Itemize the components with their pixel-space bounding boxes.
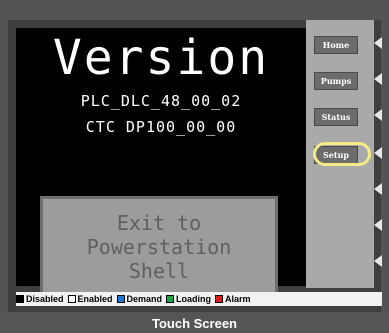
legend-label-disabled: Disabled xyxy=(26,294,64,304)
legend-item-demand: Demand xyxy=(116,294,163,304)
legend-swatch-loading xyxy=(166,295,175,303)
nav-pointer-icon xyxy=(374,73,382,85)
nav-home-button[interactable]: Home xyxy=(314,36,358,54)
nav-pointer-icon xyxy=(374,255,382,267)
legend-swatch-disabled xyxy=(16,295,24,303)
nav-pointer-icon xyxy=(374,147,382,159)
legend-label-demand: Demand xyxy=(126,294,163,304)
legend-swatch-demand xyxy=(116,295,125,303)
nav-pointer-icon xyxy=(374,183,382,195)
legend-item-disabled: Disabled xyxy=(16,294,64,304)
legend-label-alarm: Alarm xyxy=(225,294,251,304)
legend-item-loading: Loading xyxy=(166,294,211,304)
legend-item-enabled: Enabled xyxy=(67,294,113,304)
ctc-version-text: CTC DP100_00_00 xyxy=(85,118,237,136)
nav-pointer-icon xyxy=(374,109,382,121)
page-title: Version xyxy=(52,30,270,86)
legend-swatch-enabled xyxy=(67,295,76,303)
legend-swatch-alarm xyxy=(215,295,224,303)
version-screen: Version PLC_DLC_48_00_02 CTC DP100_00_00… xyxy=(16,28,306,298)
nav-pointer-icon xyxy=(374,37,382,49)
nav-pointer-icon xyxy=(374,219,382,231)
exit-to-powerstation-shell-button[interactable]: Exit to Powerstation Shell xyxy=(40,196,278,298)
legend-label-loading: Loading xyxy=(176,294,212,304)
nav-pumps-button[interactable]: Pumps xyxy=(314,72,358,90)
plc-version-text: PLC_DLC_48_00_02 xyxy=(80,92,242,110)
nav-status-button[interactable]: Status xyxy=(314,108,358,126)
legend-item-alarm: Alarm xyxy=(215,294,251,304)
status-legend: Disabled Enabled Demand Loading Alarm xyxy=(16,292,382,306)
legend-label-enabled: Enabled xyxy=(77,294,113,304)
image-caption: Touch Screen xyxy=(0,314,389,333)
setup-highlight-outline xyxy=(313,142,371,166)
